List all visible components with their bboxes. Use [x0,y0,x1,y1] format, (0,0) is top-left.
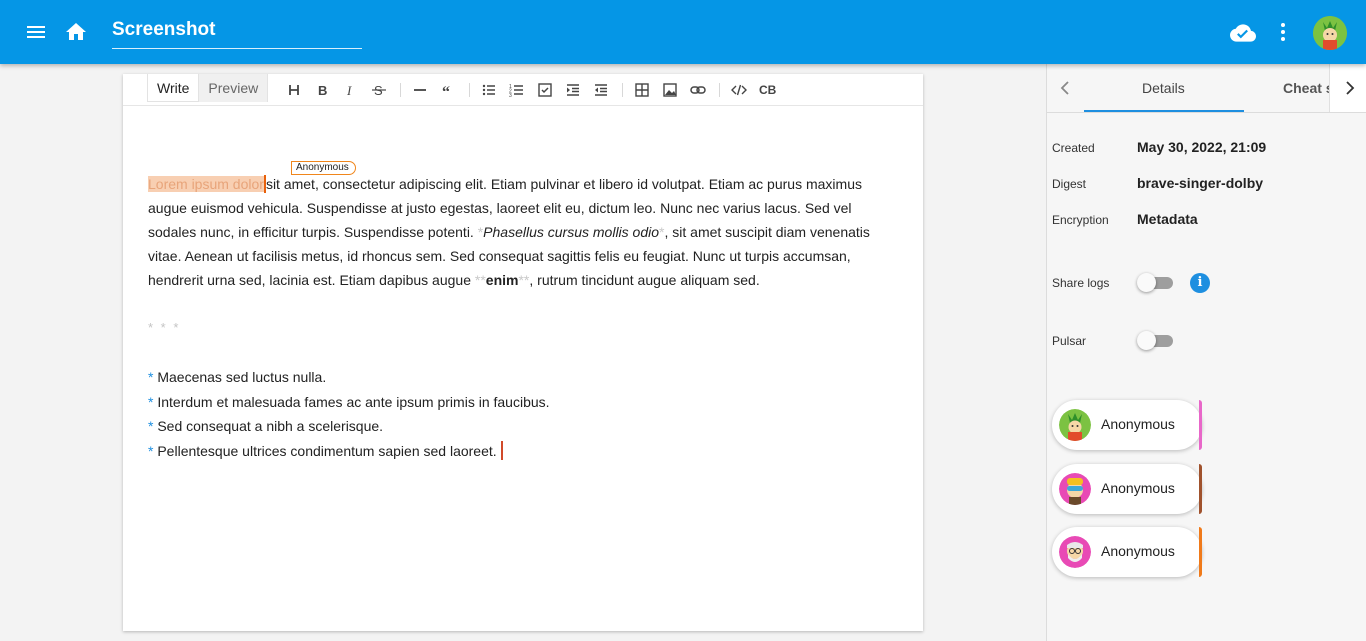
list-bullet: * [148,418,154,434]
editor-content[interactable]: Anonymous Lorem ipsum dolor sit amet, con… [148,161,888,292]
pulsar-toggle[interactable] [1137,330,1173,350]
digest-value: brave-singer-dolby [1137,175,1264,191]
document-title-field[interactable]: Screenshot [112,16,362,49]
collaborator-color-stripe [1199,527,1202,577]
checklist-icon[interactable] [537,82,553,98]
editor-mode-tabs: Write Preview [147,74,269,102]
info-icon[interactable]: i [1190,273,1210,293]
menu-icon[interactable] [24,20,48,44]
active-tab-indicator [1084,110,1244,112]
avatar-goggles-icon [1059,473,1091,505]
horizontal-rule: * * * [148,320,181,335]
collaborator-selection: Lorem ipsum dolor [148,176,264,192]
collaborator-chip[interactable]: Anonymous [1052,527,1202,577]
collaborator-cursor-label: Anonymous [291,161,356,175]
scroll-right-button[interactable] [1329,64,1366,112]
list-item-text: Sed consequat a nibh a scelerisque. [157,418,384,434]
numbered-list-icon[interactable]: 123 [509,82,525,98]
toolbar-divider [719,83,720,97]
share-logs-label: Share logs [1052,276,1110,290]
list-item: * Pellentesque ultrices condimentum sapi… [148,439,550,464]
document-title[interactable]: Screenshot [112,16,362,44]
app-bar: Screenshot [0,0,1366,64]
created-value: May 30, 2022, 21:09 [1137,139,1267,155]
collaborator-name: Anonymous [1101,543,1175,559]
collaborator-color-stripe [1199,464,1202,514]
blockquote-icon[interactable]: “ [440,82,456,98]
more-vert-icon[interactable] [1271,20,1295,44]
toolbar-divider [400,83,401,97]
avatar [1059,536,1091,568]
bold-icon[interactable]: B [315,82,331,98]
list-item: * Sed consequat a nibh a scelerisque. [148,414,550,439]
bullet-list: * Maecenas sed luctus nulla. * Interdum … [148,365,550,463]
tab-preview[interactable]: Preview [198,74,268,102]
svg-text:I: I [346,83,352,98]
horizontal-rule-icon[interactable] [412,82,428,98]
collaborator-chip[interactable]: Anonymous [1052,400,1202,450]
avatar-pineapple-icon [1059,409,1091,441]
editor-toolbar: Write Preview B I S “ 123 CB [123,74,923,106]
code-block-button[interactable]: CB [759,82,776,98]
share-logs-toggle[interactable] [1137,272,1173,292]
collaborator-name: Anonymous [1101,416,1175,432]
paragraph-text: , rutrum tincidunt augue aliquam sed. [529,272,760,288]
user-avatar[interactable] [1313,16,1347,50]
created-label: Created [1052,141,1095,155]
list-item-text: Maecenas sed luctus nulla. [157,369,327,385]
list-item-text: Pellentesque ultrices condimentum sapien… [157,442,497,459]
details-panel: Details Cheat s Created May 30, 2022, 21… [1046,64,1366,641]
collaborator-name: Anonymous [1101,480,1175,496]
home-icon[interactable] [64,20,88,44]
svg-text:3: 3 [509,93,512,98]
text-caret [500,440,503,460]
tab-details[interactable]: Details [1142,80,1185,96]
collaborator-color-stripe [1199,400,1202,450]
italic-icon[interactable]: I [343,82,359,98]
digest-label: Digest [1052,177,1087,191]
list-item: * Interdum et malesuada fames ac ante ip… [148,390,550,415]
avatar-pineapple-icon [1313,16,1347,50]
toggle-knob [1137,273,1156,292]
strikethrough-icon[interactable]: S [371,82,387,98]
encryption-label: Encryption [1052,213,1109,227]
avatar [1059,409,1091,441]
heading-icon[interactable] [287,82,303,98]
list-bullet: * [148,442,154,459]
image-icon[interactable] [662,82,678,98]
code-icon[interactable] [731,82,747,98]
tab-write[interactable]: Write [148,74,198,102]
pulsar-label: Pulsar [1052,334,1087,348]
avatar [1059,473,1091,505]
avatar-bearded-icon [1059,536,1091,568]
list-bullet: * [148,369,154,385]
list-item: * Maecenas sed luctus nulla. [148,365,550,390]
bold-text: enim [485,272,519,288]
svg-text:“: “ [442,84,450,98]
list-item-text: Interdum et malesuada fames ac ante ipsu… [157,393,550,410]
toolbar-divider [469,83,470,97]
toggle-knob [1137,331,1156,350]
chevron-right-icon [1346,81,1355,95]
link-icon[interactable] [690,82,706,98]
toolbar-divider [622,83,623,97]
collaborator-chip[interactable]: Anonymous [1052,464,1202,514]
table-icon[interactable] [634,82,650,98]
indent-icon[interactable] [565,82,581,98]
chevron-left-icon[interactable] [1055,78,1075,98]
cloud-done-icon[interactable] [1230,20,1256,46]
editor-card: Write Preview B I S “ 123 CB Anonymous L… [123,74,923,631]
list-bullet: * [148,393,154,410]
bullet-list-icon[interactable] [481,82,497,98]
side-tabs: Details Cheat s [1047,64,1366,113]
italic-text: Phasellus cursus mollis odio [483,224,660,240]
bold-marker: ** [518,272,530,288]
encryption-value: Metadata [1137,211,1198,227]
bold-marker: ** [474,272,486,288]
svg-text:B: B [318,83,327,98]
outdent-icon[interactable] [593,82,609,98]
tab-cheat-sheet[interactable]: Cheat s [1283,80,1334,96]
